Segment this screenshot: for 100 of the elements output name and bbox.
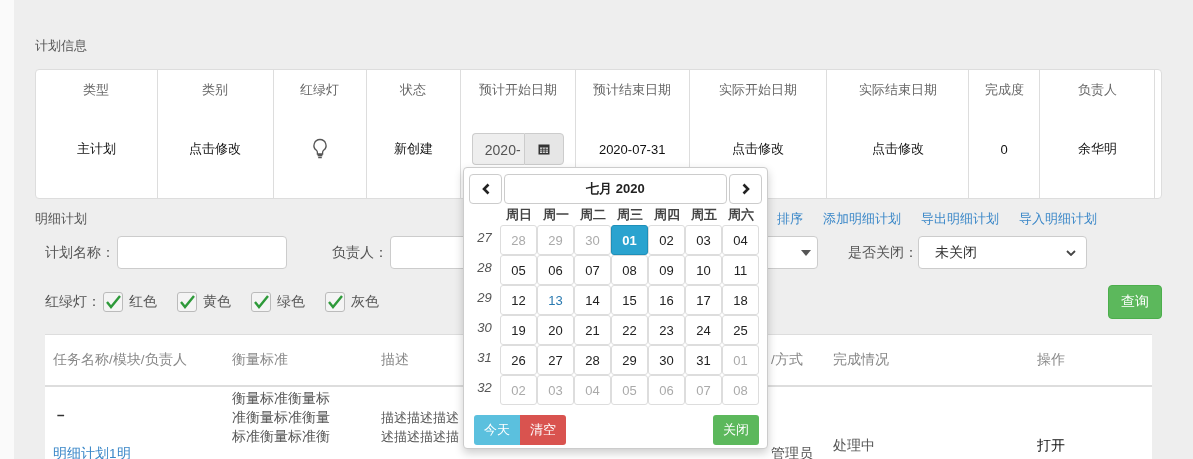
day-cell[interactable]: 03: [685, 225, 722, 255]
week-number: 28: [476, 259, 493, 277]
column-header: 操作: [1037, 352, 1065, 367]
day-cell[interactable]: 09: [648, 255, 685, 285]
next-month-button[interactable]: [729, 174, 762, 204]
weekday-label: 周三: [615, 207, 644, 224]
cell-value[interactable]: 余华明: [1077, 140, 1117, 158]
day-cell[interactable]: 08: [611, 255, 648, 285]
caret-icon: [801, 249, 811, 256]
checkbox[interactable]: [325, 292, 345, 312]
day-cell[interactable]: 31: [685, 345, 722, 375]
field-label: 计划名称：: [45, 243, 115, 262]
checkbox-label: 灰色: [351, 293, 379, 311]
date-input[interactable]: 2020-: [471, 133, 524, 165]
weekday-label: 周一: [541, 207, 570, 224]
weekday-label: 周二: [578, 207, 607, 224]
action-link[interactable]: 添加明细计划: [823, 210, 901, 228]
column-header: 预计结束日期: [593, 81, 672, 99]
calendar-icon: [537, 143, 550, 155]
day-cell[interactable]: 11: [722, 255, 759, 285]
column-header: 状态: [400, 81, 427, 99]
column-header: 衡量标准: [232, 352, 288, 367]
field-label: 是否关闭：: [848, 243, 918, 262]
plan-name-input[interactable]: [117, 236, 287, 269]
column-header: 类型: [83, 81, 110, 99]
checkbox[interactable]: [177, 292, 197, 312]
description-text: 述描述描述描: [381, 428, 459, 446]
column-header: 负责人: [1077, 81, 1117, 99]
day-cell[interactable]: 10: [685, 255, 722, 285]
weekday-label: 周四: [652, 207, 681, 224]
day-cell[interactable]: 20: [537, 315, 574, 345]
column-header: 任务名称/模块/负责人: [53, 352, 187, 367]
cell-value[interactable]: 0: [1000, 141, 1008, 157]
checkbox-label: 黄色: [203, 293, 231, 311]
day-cell[interactable]: 13: [537, 285, 574, 315]
column-header: 类别: [202, 81, 229, 99]
day-cell[interactable]: 23: [648, 315, 685, 345]
day-cell[interactable]: 18: [722, 285, 759, 315]
day-cell[interactable]: 30: [648, 345, 685, 375]
footer-button[interactable]: 清空: [520, 415, 566, 445]
column-header: 实际结束日期: [858, 81, 937, 99]
day-cell[interactable]: 26: [500, 345, 537, 375]
day-cell[interactable]: 06: [537, 255, 574, 285]
collapse-mark[interactable]: −: [53, 408, 65, 423]
week-number: 31: [476, 349, 493, 367]
action-link[interactable]: 排序: [777, 210, 803, 228]
day-cell[interactable]: 27: [537, 345, 574, 375]
weekday-label: 周五: [689, 207, 718, 224]
action-link[interactable]: 导入明细计划: [1019, 210, 1097, 228]
column-header: 完成情况: [833, 352, 889, 367]
column-header: 完成度: [984, 81, 1024, 99]
closed-select[interactable]: 未关闭: [918, 236, 1087, 269]
column-header: 描述: [381, 352, 409, 367]
day-cell[interactable]: 29: [611, 345, 648, 375]
chevron-right-icon: [741, 183, 750, 195]
section-title: 明细计划: [35, 210, 87, 228]
column-header: 红绿灯: [300, 81, 340, 99]
day-cell[interactable]: 16: [648, 285, 685, 315]
field-label: 负责人：: [332, 243, 388, 262]
day-cell[interactable]: 22: [611, 315, 648, 345]
day-cell[interactable]: 24: [685, 315, 722, 345]
previous-month-button[interactable]: [469, 174, 502, 204]
cell-value[interactable]: 2020-07-31: [598, 141, 666, 157]
day-cell[interactable]: 14: [574, 285, 611, 315]
day-cell[interactable]: 25: [722, 315, 759, 345]
column-header: 实际开始日期: [718, 81, 797, 99]
criteria-text: 准衡量标准衡量: [232, 409, 330, 427]
checkbox-label: 绿色: [277, 293, 305, 311]
checkbox[interactable]: [251, 292, 271, 312]
action-text[interactable]: 打开: [1037, 437, 1065, 455]
week-number: 32: [476, 379, 493, 397]
column-header: /方式: [771, 352, 803, 367]
day-cell[interactable]: 12: [500, 285, 537, 315]
day-cell[interactable]: 21: [574, 315, 611, 345]
checkbox-label: 红色: [129, 293, 157, 311]
day-cell[interactable]: 02: [648, 225, 685, 255]
chevron-down-icon: [1066, 249, 1076, 256]
day-cell[interactable]: 17: [685, 285, 722, 315]
week-number: 29: [476, 289, 493, 307]
day-cell[interactable]: 28: [574, 345, 611, 375]
cell-value[interactable]: 新创建: [393, 140, 433, 158]
month-title[interactable]: 七月 2020: [504, 174, 727, 204]
cell-value[interactable]: 点击修改: [731, 140, 784, 158]
weekday-label: 周日: [504, 207, 533, 224]
progress-text: 处理中: [833, 437, 875, 455]
cell-value[interactable]: 主计划: [76, 140, 116, 158]
week-number: 27: [476, 229, 493, 247]
cell-value[interactable]: 点击修改: [189, 140, 242, 158]
day-cell[interactable]: 19: [500, 315, 537, 345]
week-number: 30: [476, 319, 493, 337]
day-cell[interactable]: 15: [611, 285, 648, 315]
criteria-text: 标准衡量标准衡: [232, 428, 330, 446]
day-cell[interactable]: 04: [722, 225, 759, 255]
section-title: 计划信息: [35, 37, 88, 55]
day-cell[interactable]: 05: [500, 255, 537, 285]
checkbox[interactable]: [103, 292, 123, 312]
calendar-button[interactable]: [523, 133, 564, 165]
day-cell[interactable]: 07: [574, 255, 611, 285]
lightbulb-icon: [311, 138, 328, 160]
cell-value[interactable]: 点击修改: [871, 140, 924, 158]
